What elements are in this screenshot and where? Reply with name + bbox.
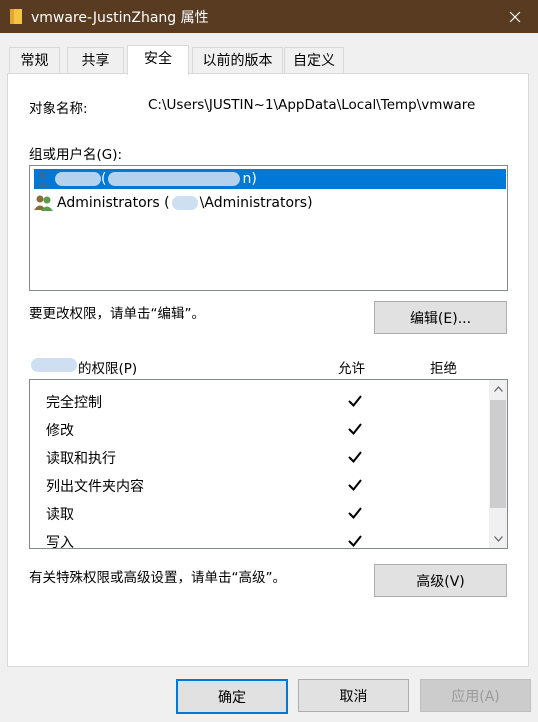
close-button[interactable]: [492, 0, 538, 33]
permission-row: 修改: [30, 415, 488, 443]
tab-sharing[interactable]: 共享: [67, 47, 124, 74]
change-permissions-hint: 要更改权限，请单击“编辑”。: [29, 306, 205, 322]
advanced-button[interactable]: 高级(V): [374, 564, 507, 597]
tab-security[interactable]: 安全: [127, 45, 189, 75]
redacted-machine: [171, 196, 198, 210]
permission-name: 修改: [46, 423, 74, 439]
folder-icon: [10, 9, 22, 24]
users-group-icon: [34, 195, 53, 211]
permissions-label: 的权限(P): [78, 361, 138, 377]
user-name-suffix: n): [242, 171, 257, 187]
permission-row: 读取: [30, 499, 488, 527]
tab-general[interactable]: 常规: [9, 47, 60, 74]
scroll-up-button[interactable]: [489, 380, 507, 398]
allow-check-icon: [348, 423, 362, 436]
admin-name-suffix: \Administrators): [199, 195, 313, 211]
permission-name: 列出文件夹内容: [46, 479, 144, 495]
permissions-list[interactable]: 完全控制修改读取和执行列出文件夹内容 读取写入: [29, 379, 508, 549]
permission-row: 列出文件夹内容: [30, 471, 488, 499]
permission-name: 完全控制: [46, 395, 102, 411]
scrollbar[interactable]: [489, 380, 507, 548]
apply-button[interactable]: 应用(A): [420, 679, 531, 712]
scroll-thumb[interactable]: [490, 400, 506, 508]
close-icon: [509, 11, 521, 22]
tab-strip: 常规 共享 安全 以前的版本 自定义: [0, 45, 538, 75]
groups-label: 组或用户名(G):: [29, 147, 123, 163]
tab-previous-versions[interactable]: 以前的版本: [192, 47, 283, 74]
object-name-label: 对象名称:: [29, 101, 88, 117]
permission-name: 写入: [46, 535, 74, 549]
allow-check-icon: [348, 535, 362, 548]
scroll-down-button[interactable]: [489, 530, 507, 548]
list-item-user[interactable]: ( n): [34, 169, 506, 189]
permission-row: 完全控制: [30, 387, 488, 415]
allow-check-icon: [348, 507, 362, 520]
ok-button[interactable]: 确定: [176, 679, 288, 714]
redacted-account: [108, 172, 241, 186]
redacted-name: [55, 172, 101, 186]
permission-row: 写入: [30, 527, 488, 549]
allow-header: 允许: [338, 361, 365, 377]
advanced-hint: 有关特殊权限或高级设置，请单击“高级”。: [29, 570, 286, 586]
window-title: vmware-JustinZhang 属性: [31, 10, 209, 26]
cancel-button[interactable]: 取消: [298, 679, 409, 712]
user-name-text: (: [101, 171, 107, 187]
allow-check-icon: [348, 479, 362, 492]
object-name-value: C:\Users\JUSTIN~1\AppData\Local\Temp\vmw…: [148, 97, 476, 113]
redacted-principal: [31, 358, 77, 372]
permission-name: 读取: [46, 507, 74, 523]
user-icon: [36, 171, 50, 187]
allow-check-icon: [348, 451, 362, 464]
allow-check-icon: [348, 395, 362, 408]
list-item-administrators[interactable]: Administrators ( \Administrators): [34, 193, 313, 213]
tab-customize[interactable]: 自定义: [284, 47, 344, 74]
permission-row: 读取和执行: [30, 443, 488, 471]
deny-header: 拒绝: [430, 361, 457, 377]
edit-button[interactable]: 编辑(E)...: [374, 301, 507, 334]
permission-name: 读取和执行: [46, 451, 116, 467]
title-bar: vmware-JustinZhang 属性: [0, 0, 538, 33]
admin-name-text: Administrators (: [57, 195, 170, 211]
chevron-up-icon: [493, 386, 503, 392]
users-list[interactable]: ( n) Administrators ( \Administrators): [29, 165, 508, 291]
chevron-down-icon: [493, 536, 503, 542]
